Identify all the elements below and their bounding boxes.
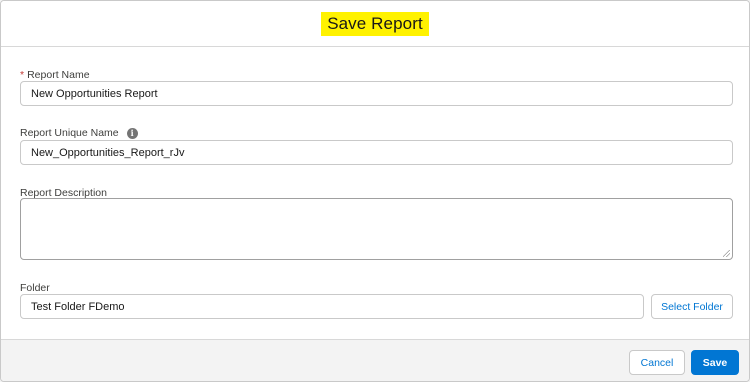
cancel-button[interactable]: Cancel	[629, 350, 685, 375]
report-name-label: Report Name	[27, 69, 90, 81]
report-name-value: New Opportunities Report	[31, 87, 158, 100]
report-description-textarea[interactable]	[20, 198, 733, 260]
report-unique-name-label-row: Report Unique Name i	[20, 127, 138, 139]
select-folder-button[interactable]: Select Folder	[651, 294, 733, 319]
folder-input[interactable]: Test Folder FDemo	[20, 294, 644, 319]
save-report-dialog: Save Report * Report Name New Opportunit…	[0, 0, 750, 382]
required-marker: *	[20, 69, 25, 81]
dialog-header: Save Report	[1, 1, 749, 47]
folder-label-row: Folder	[20, 282, 50, 294]
report-unique-name-label: Report Unique Name	[20, 127, 119, 139]
report-unique-name-input[interactable]: New_Opportunities_Report_rJv	[20, 140, 733, 165]
folder-label: Folder	[20, 282, 50, 294]
dialog-title: Save Report	[321, 11, 429, 36]
resize-handle-icon[interactable]	[723, 250, 730, 257]
folder-value: Test Folder FDemo	[31, 300, 125, 313]
save-button[interactable]: Save	[691, 350, 739, 375]
info-icon[interactable]: i	[126, 127, 138, 139]
report-unique-name-value: New_Opportunities_Report_rJv	[31, 146, 185, 159]
report-name-label-row: * Report Name	[20, 69, 90, 81]
report-name-input[interactable]: New Opportunities Report	[20, 81, 733, 106]
dialog-footer: Cancel Save	[1, 339, 749, 381]
